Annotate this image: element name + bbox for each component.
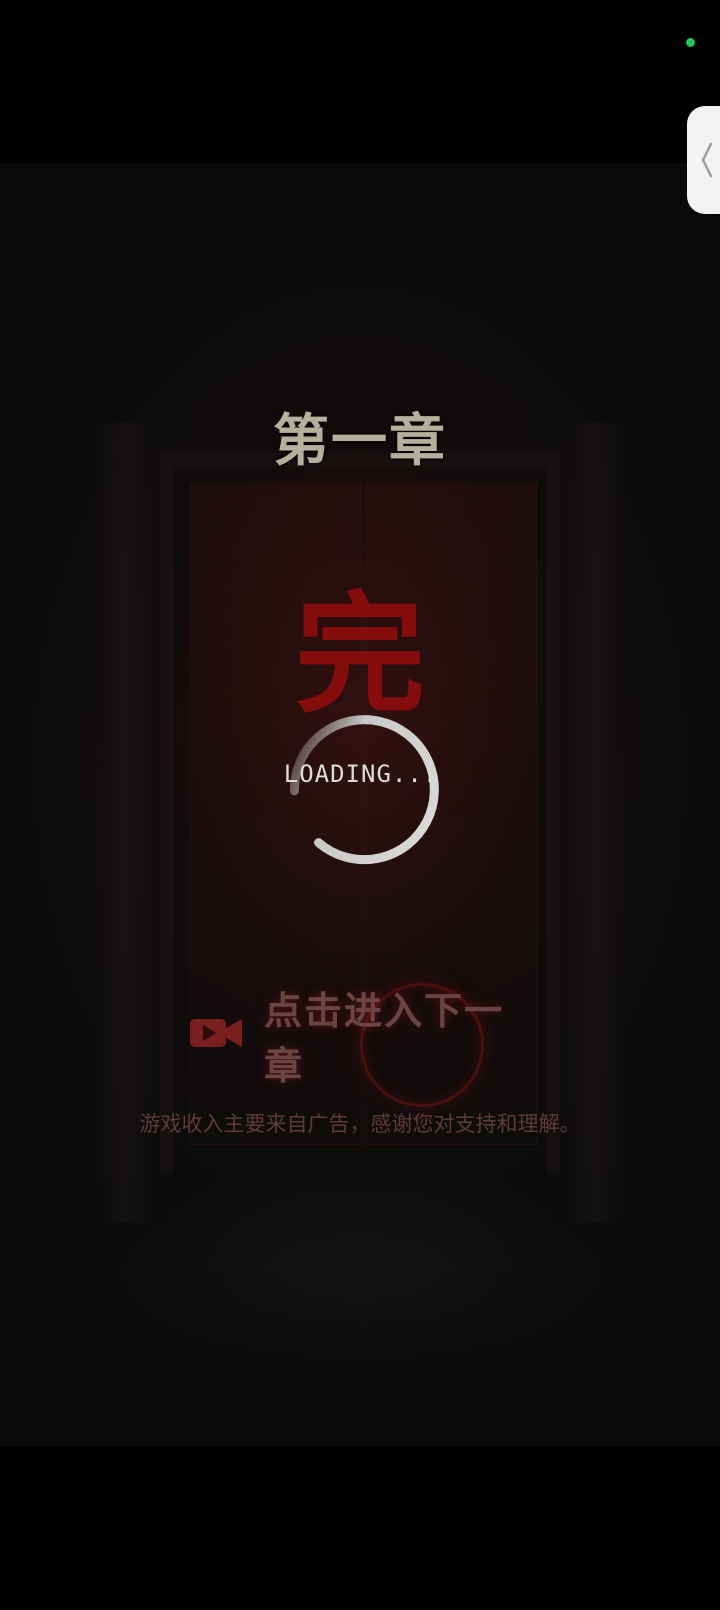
next-chapter-label: 点击进入下一章: [264, 989, 505, 1088]
screen: 第一章 完 LOADING... 点击进入下一章 游戏收入主要来自广告，感谢您对…: [0, 0, 720, 1610]
background-pillar-right: [565, 423, 625, 1223]
side-panel-tab[interactable]: [687, 106, 720, 214]
chapter-title: 第一章: [273, 408, 447, 474]
ad-notice-text: 游戏收入主要来自广告，感谢您对支持和理解。: [139, 1112, 581, 1136]
status-indicator-dot: [686, 38, 695, 47]
chevron-left-icon: [701, 142, 713, 178]
loading-label: LOADING...: [283, 760, 439, 788]
next-chapter-button[interactable]: 点击进入下一章: [188, 989, 533, 1088]
background-floor: [60, 1163, 660, 1383]
background-pillar-left: [95, 423, 155, 1223]
video-camera-icon: [188, 1013, 244, 1057]
